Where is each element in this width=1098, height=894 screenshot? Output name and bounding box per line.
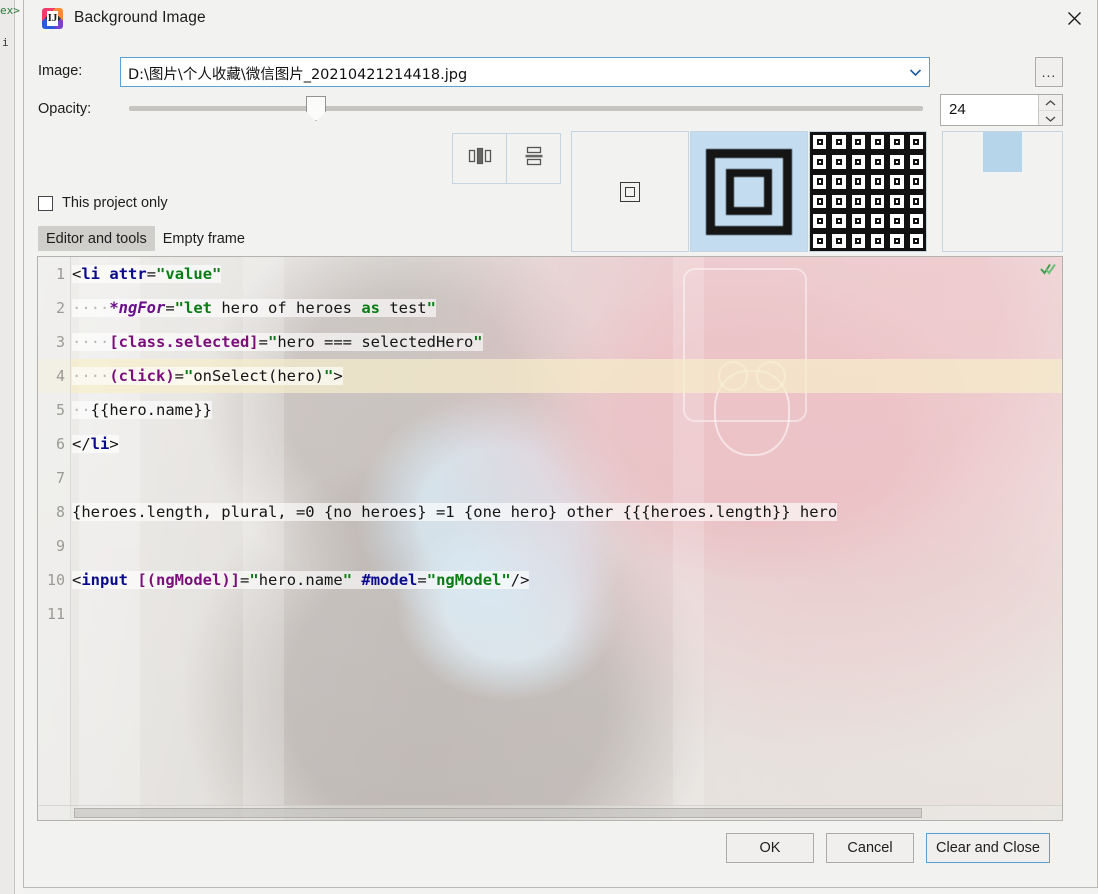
browse-button[interactable]: ... bbox=[1035, 57, 1063, 87]
placement-tabs: Editor and tools Empty frame bbox=[38, 226, 253, 251]
cancel-button[interactable]: Cancel bbox=[826, 833, 914, 863]
opacity-spinner-buttons[interactable] bbox=[1038, 95, 1062, 125]
ide-left-strip bbox=[0, 0, 15, 894]
placement-scaled-icon bbox=[706, 148, 792, 235]
image-label: Image: bbox=[38, 63, 83, 79]
flip-horizontal-icon bbox=[468, 146, 492, 171]
code-line-5: ··{{hero.name}} bbox=[72, 401, 212, 419]
tab-editor-and-tools[interactable]: Editor and tools bbox=[38, 226, 155, 251]
placement-center-option[interactable] bbox=[571, 131, 689, 252]
line-number: 9 bbox=[55, 537, 65, 555]
editor-code[interactable]: <li attr="value" ····*ngFor="let hero of… bbox=[72, 257, 1062, 820]
intellij-idea-icon: IJ bbox=[42, 8, 63, 29]
editor-scrollbar-thumb[interactable] bbox=[74, 808, 922, 818]
background-image-dialog: IJ Background Image Image: D:\图片\个人收藏\微信… bbox=[23, 0, 1098, 888]
chevron-up-icon[interactable] bbox=[1039, 95, 1062, 111]
line-number: 11 bbox=[46, 605, 65, 623]
placement-tiled-icon bbox=[810, 132, 926, 251]
anchor-cell-middle-center[interactable] bbox=[982, 171, 1023, 212]
line-number: 7 bbox=[55, 469, 65, 487]
line-number: 4 bbox=[55, 367, 65, 385]
code-line-6: </li> bbox=[72, 435, 119, 453]
line-number: 10 bbox=[46, 571, 65, 589]
code-line-2: ····*ngFor="let hero of heroes as test" bbox=[72, 299, 436, 317]
editor-preview[interactable]: 1 2 3 4 5 6 7 8 9 10 11 <li attr="value"… bbox=[37, 256, 1063, 821]
editor-gutter: 1 2 3 4 5 6 7 8 9 10 11 bbox=[38, 257, 71, 820]
anchor-cell-bottom-center[interactable] bbox=[982, 211, 1023, 251]
anchor-cell-middle-right[interactable] bbox=[1022, 171, 1062, 212]
anchor-cell-top-left[interactable] bbox=[943, 132, 983, 172]
anchor-cell-top-center[interactable] bbox=[982, 132, 1023, 172]
dialog-titlebar: IJ Background Image bbox=[24, 0, 1097, 38]
line-number: 1 bbox=[55, 265, 65, 283]
ide-background-text-second: i bbox=[2, 36, 9, 49]
line-number: 8 bbox=[55, 503, 65, 521]
inspections-ok-icon[interactable] bbox=[1039, 260, 1056, 277]
opacity-slider-thumb[interactable] bbox=[306, 96, 326, 121]
chevron-down-icon[interactable] bbox=[903, 59, 927, 85]
code-line-10: <input [(ngModel)]="hero.name" #model="n… bbox=[72, 571, 530, 589]
chevron-down-icon[interactable] bbox=[1039, 111, 1062, 126]
anchor-cell-bottom-right[interactable] bbox=[1022, 211, 1062, 251]
image-path-value: D:\图片\个人收藏\微信图片_20210421214418.jpg bbox=[128, 67, 468, 83]
this-project-only-label: This project only bbox=[62, 195, 168, 211]
code-line-3: ····[class.selected]="hero === selectedH… bbox=[72, 333, 483, 351]
anchor-cell-top-right[interactable] bbox=[1022, 132, 1062, 172]
flip-vertical-button[interactable] bbox=[506, 133, 561, 184]
anchor-cell-bottom-left[interactable] bbox=[943, 211, 983, 251]
placement-tiled-option[interactable] bbox=[809, 131, 927, 252]
editor-horizontal-scrollbar[interactable] bbox=[38, 805, 1062, 820]
code-line-4: ····(click)="onSelect(hero)"> bbox=[72, 367, 343, 385]
this-project-only-checkbox[interactable] bbox=[38, 195, 53, 211]
line-number: 5 bbox=[55, 401, 65, 419]
opacity-spinner[interactable]: 24 bbox=[940, 94, 1063, 126]
line-number: 6 bbox=[55, 435, 65, 453]
flip-vertical-icon bbox=[523, 145, 545, 172]
code-line-8: {heroes.length, plural, =0 {no heroes} =… bbox=[72, 503, 838, 521]
anchor-cell-middle-left[interactable] bbox=[943, 171, 983, 212]
this-project-only-row[interactable]: This project only bbox=[38, 192, 168, 214]
line-number: 3 bbox=[55, 333, 65, 351]
ok-button[interactable]: OK bbox=[726, 833, 814, 863]
image-path-combobox[interactable]: D:\图片\个人收藏\微信图片_20210421214418.jpg bbox=[120, 57, 930, 87]
ide-left-strip-secondary bbox=[15, 0, 23, 894]
idea-glyph: IJ bbox=[47, 11, 58, 26]
dialog-footer: OK Cancel Clear and Close bbox=[24, 823, 1097, 887]
placement-center-icon bbox=[620, 181, 640, 202]
flip-horizontal-button[interactable] bbox=[452, 133, 507, 184]
opacity-value: 24 bbox=[949, 101, 966, 118]
close-icon[interactable] bbox=[1051, 0, 1097, 37]
placement-scaled-option[interactable] bbox=[690, 131, 808, 252]
code-line-1: <li attr="value" bbox=[72, 265, 222, 283]
line-number: 2 bbox=[55, 299, 65, 317]
dialog-title: Background Image bbox=[74, 9, 206, 26]
opacity-label: Opacity: bbox=[38, 101, 92, 117]
ide-background-text-top: ex> bbox=[0, 4, 20, 17]
flip-button-group bbox=[452, 133, 562, 184]
opacity-slider[interactable] bbox=[129, 106, 923, 111]
tab-empty-frame[interactable]: Empty frame bbox=[155, 226, 253, 251]
anchor-position-grid[interactable] bbox=[942, 131, 1063, 252]
clear-and-close-button[interactable]: Clear and Close bbox=[926, 833, 1050, 863]
